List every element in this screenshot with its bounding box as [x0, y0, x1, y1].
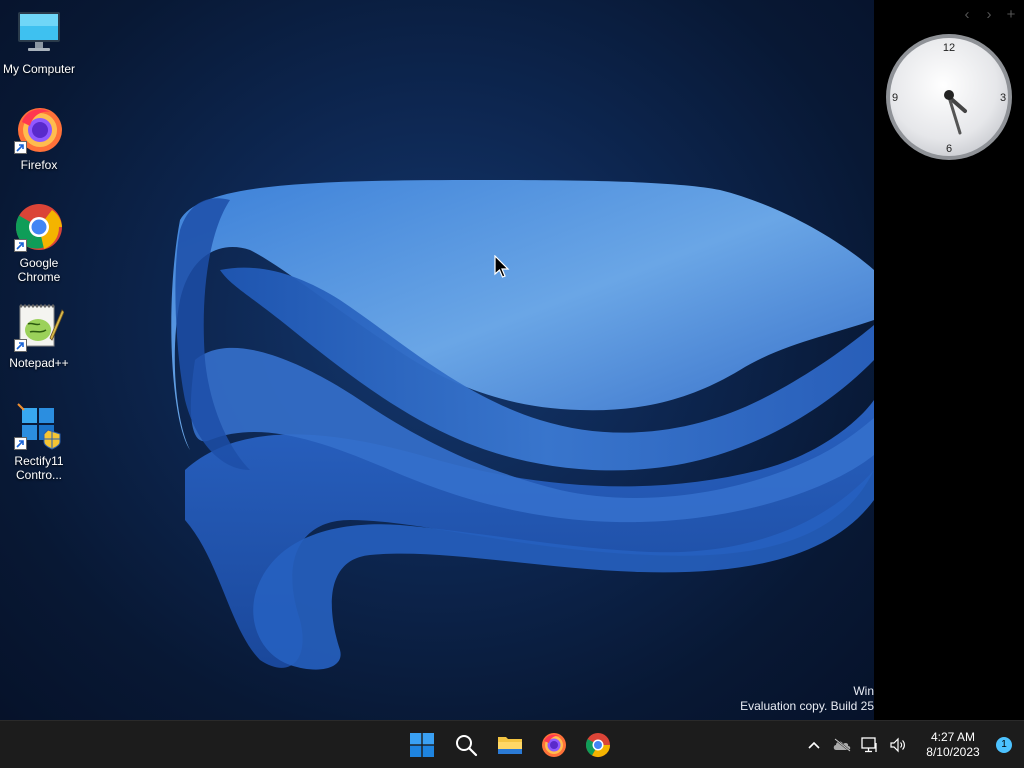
onedrive-tray-button[interactable]	[828, 725, 856, 765]
show-hidden-icons-button[interactable]	[800, 725, 828, 765]
search-button[interactable]	[446, 725, 486, 765]
watermark-line-1: Win	[853, 684, 874, 698]
shortcut-arrow-icon	[14, 339, 27, 352]
taskbar-pinned-apps	[402, 721, 618, 768]
chrome-icon	[14, 202, 64, 252]
notepad-plus-plus-icon	[14, 302, 65, 352]
firefox-taskbar-button[interactable]	[534, 725, 574, 765]
chrome-icon	[585, 733, 610, 758]
network-icon	[861, 737, 877, 753]
shortcut-arrow-icon	[14, 141, 27, 154]
wallpaper-bloom-image	[171, 180, 874, 670]
system-tray: 4:27 AM 8/10/2023 1	[800, 721, 1024, 768]
desktop-icon-firefox[interactable]: Firefox	[0, 104, 78, 172]
desktop-icon-notepad-plus-plus[interactable]: Notepad++	[0, 302, 78, 370]
desktop-icon-label: Rectify11 Contro...	[14, 454, 64, 482]
shortcut-arrow-icon	[14, 239, 27, 252]
clock-center-pin	[944, 90, 954, 100]
desktop-icon-my-computer[interactable]: My Computer	[0, 8, 78, 76]
file-explorer-icon	[498, 737, 522, 754]
firefox-icon	[542, 733, 566, 757]
desktop-icon-label: Google Chrome	[17, 256, 61, 284]
network-tray-button[interactable]	[856, 725, 884, 765]
volume-tray-button[interactable]	[884, 725, 912, 765]
notification-badge[interactable]: 1	[996, 737, 1012, 753]
search-icon	[456, 735, 478, 757]
clock-numeral-6: 6	[946, 143, 952, 155]
clock-numeral-12: 12	[943, 42, 955, 54]
desktop-icon-label: Firefox	[20, 158, 58, 172]
taskbar: 4:27 AM 8/10/2023 1	[0, 720, 1024, 768]
previous-page-icon[interactable]: ‹	[960, 6, 974, 24]
mouse-cursor-icon	[494, 255, 510, 278]
taskbar-date: 8/10/2023	[926, 745, 980, 759]
cloud-offline-icon	[833, 738, 851, 752]
start-button[interactable]	[402, 725, 442, 765]
desktop-icon-label: Notepad++	[9, 356, 69, 370]
start-icon	[410, 733, 434, 757]
next-page-icon[interactable]: ›	[982, 6, 996, 24]
desktop-icon-label: My Computer	[2, 62, 76, 76]
chrome-taskbar-button[interactable]	[578, 725, 618, 765]
chevron-up-icon	[808, 741, 820, 749]
analog-clock-gadget[interactable]: 12 3 6 9	[884, 32, 1014, 162]
rectify11-control-panel-icon	[14, 400, 64, 450]
clock-numeral-9: 9	[892, 92, 898, 104]
speaker-icon	[890, 737, 905, 753]
gadget-controls: ‹ › +	[960, 6, 1018, 24]
taskbar-time: 4:27 AM	[930, 730, 976, 744]
watermark-line-2: Evaluation copy. Build 25	[740, 699, 874, 713]
gadget-sidebar: ‹ › + 12 3 6 9	[874, 0, 1024, 720]
file-explorer-button[interactable]	[490, 725, 530, 765]
add-gadget-icon[interactable]: +	[1004, 6, 1018, 24]
desktop-icon-rectify11-control-panel[interactable]: Rectify11 Contro...	[0, 400, 78, 482]
desktop-wallpaper[interactable]: My Computer Firefox Google Chrome Notepa…	[0, 0, 874, 720]
monitor-icon	[14, 8, 64, 58]
evaluation-watermark: Win Evaluation copy. Build 25	[574, 684, 874, 714]
clock-numeral-3: 3	[1000, 92, 1006, 104]
shortcut-arrow-icon	[14, 437, 27, 450]
taskbar-clock[interactable]: 4:27 AM 8/10/2023	[912, 730, 994, 760]
desktop-icon-google-chrome[interactable]: Google Chrome	[0, 202, 78, 284]
firefox-icon	[14, 104, 64, 154]
